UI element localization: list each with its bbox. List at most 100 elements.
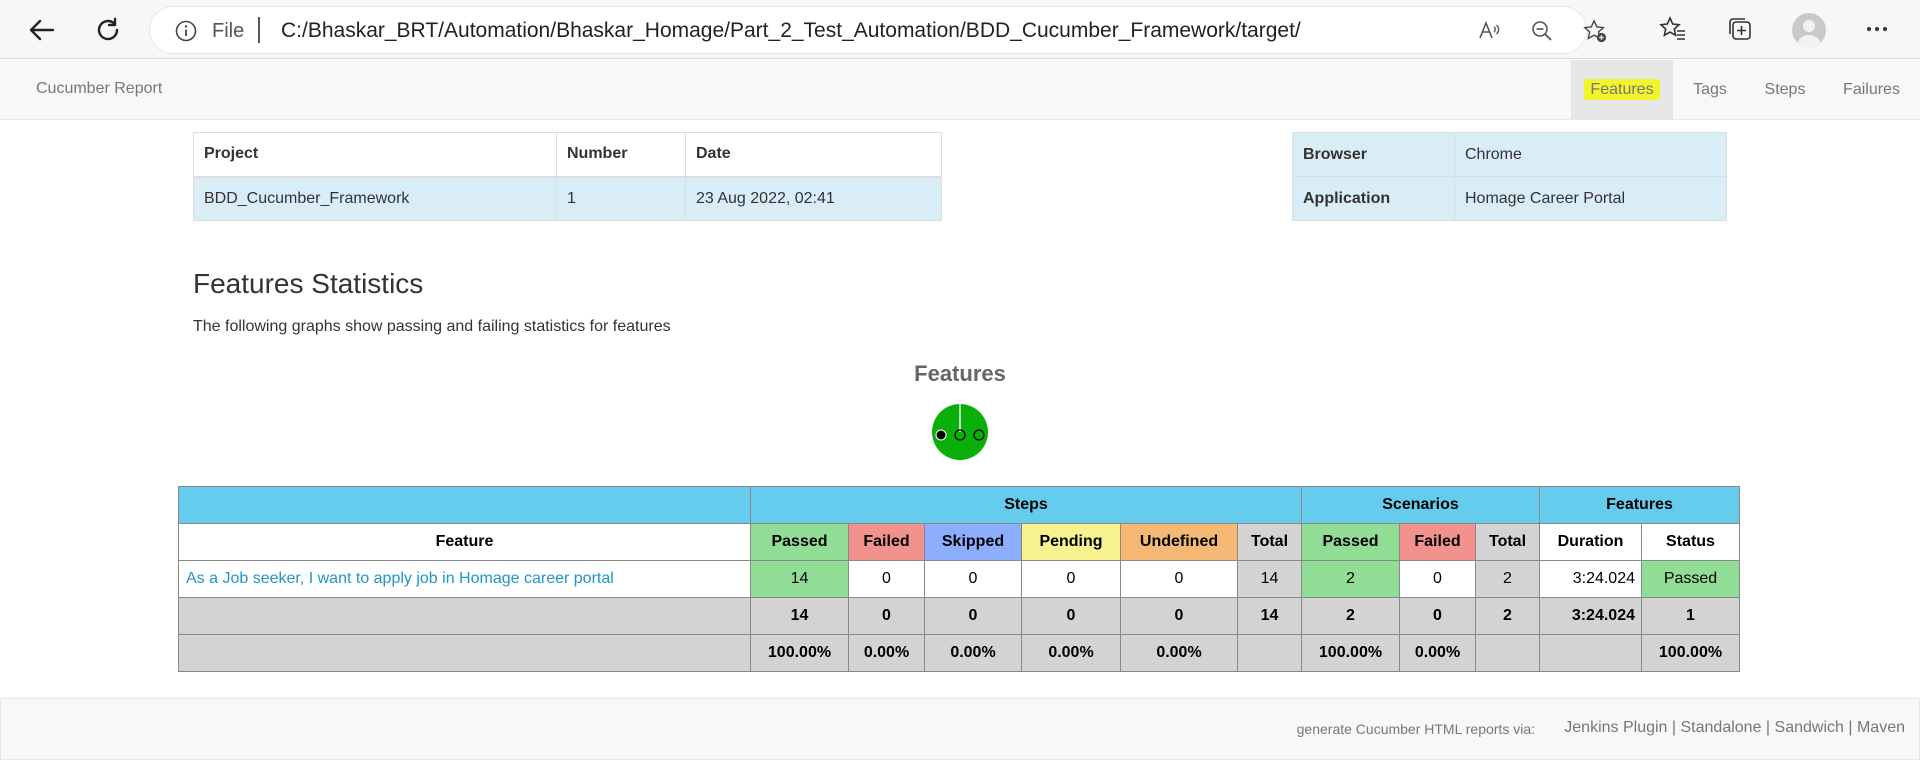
header-scenarios-passed[interactable]: Passed bbox=[1301, 523, 1400, 561]
zoom-out-icon[interactable] bbox=[1530, 19, 1554, 43]
nav-features-label: Features bbox=[1584, 79, 1660, 100]
application-key: Application bbox=[1292, 176, 1455, 221]
header-steps-failed[interactable]: Failed bbox=[848, 523, 925, 561]
nav-steps[interactable]: Steps bbox=[1747, 60, 1823, 120]
totals-label bbox=[178, 597, 751, 635]
header-steps-skipped[interactable]: Skipped bbox=[924, 523, 1022, 561]
totals-steps-passed: 14 bbox=[750, 597, 849, 635]
file-label: File bbox=[212, 20, 245, 42]
number-value: 1 bbox=[556, 176, 686, 221]
percent-duration bbox=[1539, 634, 1642, 672]
footer-links: Jenkins Plugin | Standalone | Sandwich |… bbox=[1564, 719, 1905, 737]
header-steps-total[interactable]: Total bbox=[1237, 523, 1302, 561]
chart-title: Features bbox=[914, 361, 1006, 386]
date-header: Date bbox=[685, 132, 942, 177]
info-icon[interactable] bbox=[175, 20, 197, 47]
application-value: Homage Career Portal bbox=[1454, 176, 1727, 221]
report-footer: generate Cucumber HTML reports via: Jenk… bbox=[0, 698, 1920, 760]
pie-legend-dot-passed[interactable] bbox=[935, 429, 947, 441]
row-steps-failed: 0 bbox=[848, 560, 925, 598]
percent-label bbox=[178, 634, 751, 672]
row-scenarios-passed: 2 bbox=[1301, 560, 1400, 598]
read-aloud-icon[interactable] bbox=[1477, 19, 1501, 43]
percent-scenarios-passed: 100.00% bbox=[1301, 634, 1400, 672]
browser-toolbar: File C:/Bhaskar_BRT/Automation/Bhaskar_H… bbox=[0, 0, 1920, 59]
percent-scenarios-failed: 0.00% bbox=[1399, 634, 1476, 672]
footer-link-maven[interactable]: Maven bbox=[1857, 719, 1905, 736]
more-icon[interactable] bbox=[1862, 14, 1892, 44]
totals-scenarios-failed: 0 bbox=[1399, 597, 1476, 635]
group-scenarios: Scenarios bbox=[1301, 486, 1540, 524]
totals-steps-pending: 0 bbox=[1021, 597, 1121, 635]
totals-scenarios-total: 2 bbox=[1475, 597, 1540, 635]
favorites-icon[interactable] bbox=[1658, 14, 1688, 44]
header-status[interactable]: Status bbox=[1641, 523, 1740, 561]
table-row: As a Job seeker, I want to apply job in … bbox=[178, 560, 1740, 598]
totals-row: 14 0 0 0 0 14 2 0 2 3:24.024 1 bbox=[178, 597, 1740, 635]
footer-generate-text: generate Cucumber HTML reports via: bbox=[1296, 721, 1535, 737]
totals-steps-skipped: 0 bbox=[924, 597, 1022, 635]
project-table: Project Number Date BDD_Cucumber_Framewo… bbox=[193, 132, 942, 221]
add-favorite-icon[interactable] bbox=[1583, 19, 1607, 43]
row-steps-total: 14 bbox=[1237, 560, 1302, 598]
percentages-row: 100.00% 0.00% 0.00% 0.00% 0.00% 100.00% … bbox=[178, 634, 1740, 672]
row-steps-pending: 0 bbox=[1021, 560, 1121, 598]
browser-value: Chrome bbox=[1454, 132, 1727, 177]
header-scenarios-total[interactable]: Total bbox=[1475, 523, 1540, 561]
percent-steps-pending: 0.00% bbox=[1021, 634, 1121, 672]
row-status: Passed bbox=[1641, 560, 1740, 598]
row-scenarios-failed: 0 bbox=[1399, 560, 1476, 598]
totals-steps-undefined: 0 bbox=[1120, 597, 1238, 635]
profile-avatar[interactable] bbox=[1792, 13, 1826, 47]
row-scenarios-total: 2 bbox=[1475, 560, 1540, 598]
totals-steps-total: 14 bbox=[1237, 597, 1302, 635]
header-steps-passed[interactable]: Passed bbox=[750, 523, 849, 561]
project-value: BDD_Cucumber_Framework bbox=[193, 176, 557, 221]
refresh-icon[interactable] bbox=[88, 10, 128, 50]
footer-separator: | bbox=[1765, 719, 1771, 736]
features-pie-chart[interactable] bbox=[930, 402, 990, 462]
nav-tags[interactable]: Tags bbox=[1673, 60, 1747, 120]
header-scenarios-failed[interactable]: Failed bbox=[1399, 523, 1476, 561]
header-feature[interactable]: Feature bbox=[178, 523, 751, 561]
statistics-subtitle: The following graphs show passing and fa… bbox=[193, 318, 671, 335]
feature-link[interactable]: As a Job seeker, I want to apply job in … bbox=[178, 560, 751, 598]
address-separator bbox=[258, 17, 260, 43]
group-features: Features bbox=[1539, 486, 1740, 524]
row-duration: 3:24.024 bbox=[1539, 560, 1642, 598]
row-steps-skipped: 0 bbox=[924, 560, 1022, 598]
footer-link-standalone[interactable]: Standalone bbox=[1681, 719, 1762, 736]
footer-link-jenkins[interactable]: Jenkins Plugin bbox=[1564, 719, 1667, 736]
date-value: 23 Aug 2022, 02:41 bbox=[685, 176, 942, 221]
nav-features[interactable]: Features bbox=[1571, 60, 1673, 120]
header-steps-undefined[interactable]: Undefined bbox=[1120, 523, 1238, 561]
report-brand[interactable]: Cucumber Report bbox=[36, 80, 162, 98]
project-header: Project bbox=[193, 132, 557, 177]
number-header: Number bbox=[556, 132, 686, 177]
footer-link-sandwich[interactable]: Sandwich bbox=[1775, 719, 1844, 736]
totals-scenarios-passed: 2 bbox=[1301, 597, 1400, 635]
percent-steps-passed: 100.00% bbox=[750, 634, 849, 672]
statistics-title: Features Statistics bbox=[193, 268, 424, 299]
percent-steps-failed: 0.00% bbox=[848, 634, 925, 672]
report-navbar: Cucumber Report Features Tags Steps Fail… bbox=[0, 60, 1920, 120]
address-bar[interactable]: File C:/Bhaskar_BRT/Automation/Bhaskar_H… bbox=[150, 7, 1607, 53]
footer-separator: | bbox=[1671, 719, 1677, 736]
back-icon[interactable] bbox=[22, 10, 62, 50]
row-steps-passed: 14 bbox=[750, 560, 849, 598]
caption-empty bbox=[178, 486, 751, 524]
group-steps: Steps bbox=[750, 486, 1302, 524]
collections-icon[interactable] bbox=[1725, 14, 1755, 44]
percent-status: 100.00% bbox=[1641, 634, 1740, 672]
footer-separator: | bbox=[1848, 719, 1853, 736]
browser-key: Browser bbox=[1292, 132, 1455, 177]
header-duration[interactable]: Duration bbox=[1539, 523, 1642, 561]
header-steps-pending[interactable]: Pending bbox=[1021, 523, 1121, 561]
totals-steps-failed: 0 bbox=[848, 597, 925, 635]
url-text[interactable]: C:/Bhaskar_BRT/Automation/Bhaskar_Homage… bbox=[281, 19, 1301, 43]
nav-failures[interactable]: Failures bbox=[1823, 60, 1920, 120]
row-steps-undefined: 0 bbox=[1120, 560, 1238, 598]
percent-scenarios-total bbox=[1475, 634, 1540, 672]
totals-status: 1 bbox=[1641, 597, 1740, 635]
percent-steps-total bbox=[1237, 634, 1302, 672]
